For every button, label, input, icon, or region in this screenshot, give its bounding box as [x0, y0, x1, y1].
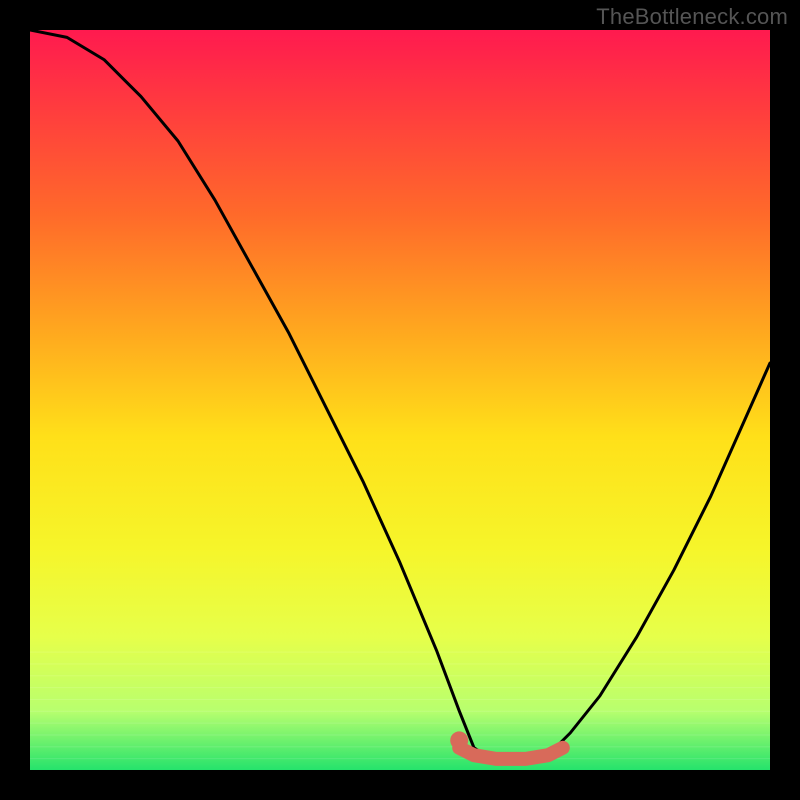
band-line [30, 652, 770, 653]
band-line [30, 723, 770, 724]
chart-svg [30, 30, 770, 770]
band-line [30, 711, 770, 712]
band-line [30, 758, 770, 759]
gradient-background [30, 30, 770, 770]
band-line [30, 734, 770, 735]
band-line [30, 746, 770, 747]
optimal-start-point [450, 731, 468, 749]
watermark-text: TheBottleneck.com [596, 4, 788, 30]
band-line [30, 663, 770, 664]
plot-area [30, 30, 770, 770]
band-line [30, 687, 770, 688]
band-line [30, 699, 770, 700]
chart-container: TheBottleneck.com [0, 0, 800, 800]
band-line [30, 675, 770, 676]
